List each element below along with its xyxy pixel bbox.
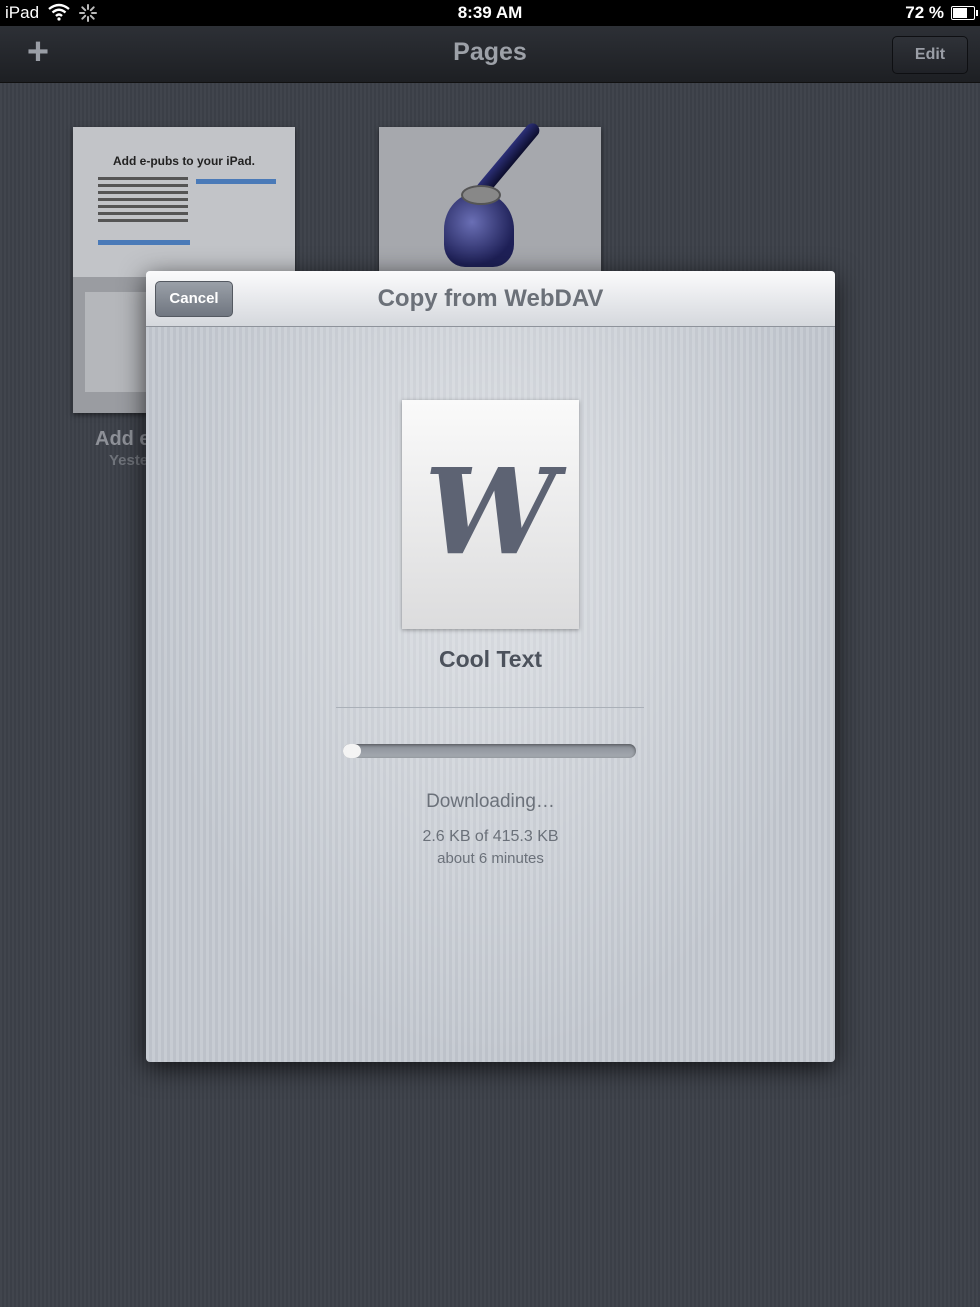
download-status: Downloading… — [426, 791, 555, 812]
download-size: 2.6 KB of 415.3 KB — [422, 828, 559, 845]
word-document-icon: W — [402, 400, 579, 629]
clock: 8:39 AM — [457, 3, 523, 22]
word-glyph: W — [424, 442, 557, 581]
download-progress-bar — [343, 744, 636, 758]
progress-fill — [343, 744, 361, 758]
document-date: Yeste — [109, 452, 149, 469]
status-bar: iPad 8:39 AM 72 % — [0, 0, 980, 26]
navigation-bar: + Pages Edit — [0, 26, 980, 83]
download-eta: about 6 minutes — [437, 850, 544, 867]
cancel-button[interactable]: Cancel — [155, 281, 233, 317]
dialog-header: Copy from WebDAV Cancel — [146, 271, 835, 327]
dialog-title: Copy from WebDAV — [377, 285, 604, 312]
thumbnail-heading: Add e-pubs to your iPad. — [112, 154, 255, 168]
nav-title: Pages — [453, 38, 527, 66]
pages-app-thumbnail[interactable] — [379, 120, 601, 272]
battery-icon — [951, 6, 978, 20]
file-name: Cool Text — [438, 646, 543, 672]
document-title: Add e — [95, 428, 151, 450]
battery-percent: 72 % — [905, 3, 944, 22]
divider — [336, 707, 644, 708]
edit-button[interactable]: Edit — [892, 36, 968, 74]
copy-from-webdav-dialog: Copy from WebDAV Cancel W Cool Text Down… — [146, 271, 835, 1062]
